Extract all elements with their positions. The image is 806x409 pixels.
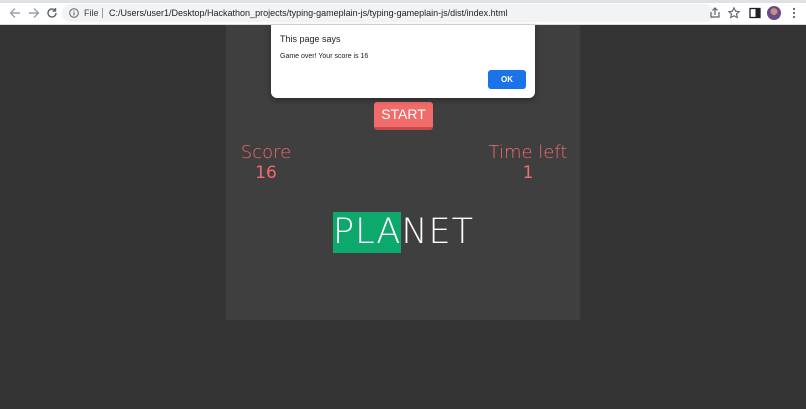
address-bar[interactable]: File C:/Users/user1/Desktop/Hackathon_pr… <box>62 4 714 22</box>
typed-letters: PLA <box>333 212 402 253</box>
star-icon[interactable] <box>727 6 741 20</box>
dialog-message: Game over! Your score is 16 <box>280 53 369 60</box>
file-label: File <box>84 8 99 18</box>
ok-button[interactable]: OK <box>488 70 526 89</box>
divider <box>102 8 103 18</box>
info-icon[interactable] <box>69 8 79 18</box>
dialog-title: This page says <box>280 34 341 44</box>
side-panel-icon[interactable] <box>748 6 762 20</box>
target-word: PLANET <box>333 212 474 253</box>
reload-icon[interactable] <box>45 6 59 20</box>
browser-toolbar: File C:/Users/user1/Desktop/Hackathon_pr… <box>0 0 806 25</box>
avatar[interactable] <box>767 6 781 20</box>
remaining-letters: NET <box>401 212 475 252</box>
score-label: Score <box>240 142 292 163</box>
menu-icon[interactable] <box>787 6 801 20</box>
tab-strip <box>0 0 806 3</box>
alert-dialog: This page says Game over! Your score is … <box>271 25 535 98</box>
time-left-label: Time left <box>488 142 568 163</box>
forward-icon[interactable] <box>27 6 41 20</box>
score-value: 16 <box>255 163 277 183</box>
start-button[interactable]: START <box>374 102 433 130</box>
back-icon[interactable] <box>8 6 22 20</box>
share-icon[interactable] <box>708 6 722 20</box>
time-left-value: 1 <box>522 163 534 183</box>
url-text[interactable]: C:/Users/user1/Desktop/Hackathon_project… <box>109 7 508 19</box>
